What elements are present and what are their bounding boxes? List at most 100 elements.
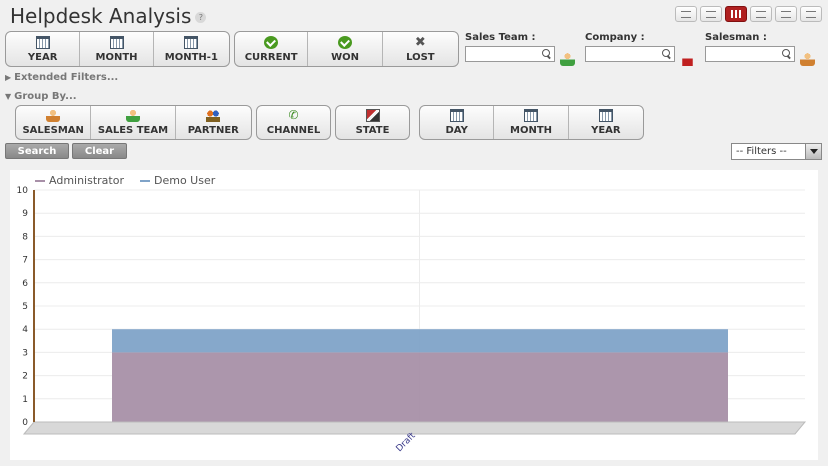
group-channel-button[interactable]: ✆ CHANNEL bbox=[257, 106, 330, 139]
kanban-view-icon[interactable] bbox=[800, 6, 822, 22]
chart-floor bbox=[22, 421, 807, 435]
user-icon bbox=[46, 109, 61, 122]
search-icon[interactable] bbox=[782, 49, 792, 59]
sales-team-field: Sales Team : bbox=[465, 32, 575, 67]
clear-button[interactable]: Clear bbox=[72, 143, 127, 159]
sales-team-input-box bbox=[465, 46, 555, 67]
graph-view-icon[interactable] bbox=[725, 6, 747, 22]
y-tick-label: 9 bbox=[22, 209, 28, 219]
triangle-right-icon: ▶ bbox=[5, 73, 12, 82]
partner-icon bbox=[206, 109, 221, 122]
company-label: Company : bbox=[585, 32, 645, 43]
y-tick-label: 5 bbox=[22, 302, 28, 312]
group-day-button[interactable]: DAY bbox=[420, 106, 495, 139]
search-icon[interactable] bbox=[542, 49, 552, 59]
legend-swatch-administrator bbox=[35, 179, 45, 182]
calendar-view-icon[interactable] bbox=[750, 6, 772, 22]
salesman-field: Salesman : bbox=[705, 32, 815, 67]
legend-label-demo-user: Demo User bbox=[154, 174, 216, 187]
calendar-icon bbox=[449, 109, 464, 122]
search-icon[interactable] bbox=[662, 49, 672, 59]
filters-select-value: -- Filters -- bbox=[736, 146, 787, 157]
graph-chart: 012345678910Draft bbox=[17, 186, 807, 454]
extended-filters-label: Extended Filters... bbox=[14, 72, 119, 83]
salesman-input-box bbox=[705, 46, 795, 67]
group-partner-button[interactable]: PARTNER bbox=[176, 106, 251, 139]
area-series-1 bbox=[112, 329, 728, 353]
team-icon[interactable] bbox=[560, 52, 575, 66]
legend-label-administrator: Administrator bbox=[49, 174, 124, 187]
group-salesman-button[interactable]: SALESMAN bbox=[16, 106, 92, 139]
home-icon[interactable] bbox=[680, 52, 695, 66]
calendar-icon bbox=[524, 109, 539, 122]
legend-item-administrator[interactable]: Administrator bbox=[35, 174, 124, 187]
filter-year-button[interactable]: YEAR bbox=[6, 32, 81, 66]
team-icon bbox=[126, 109, 140, 122]
filter-month-button[interactable]: MONTH bbox=[80, 32, 154, 66]
state-icon bbox=[365, 109, 380, 122]
filter-lost-button[interactable]: ✖ LOST bbox=[383, 32, 458, 66]
filters-select[interactable]: -- Filters -- bbox=[731, 143, 822, 160]
page-view-icon[interactable] bbox=[700, 6, 722, 22]
phone-icon: ✆ bbox=[288, 108, 299, 122]
page-title: Helpdesk Analysis? bbox=[10, 4, 207, 28]
group-by-people-group: SALESMAN SALES TEAM PARTNER bbox=[15, 105, 252, 140]
list-view-icon[interactable] bbox=[675, 6, 697, 22]
gantt-view-icon[interactable] bbox=[775, 6, 797, 22]
user-icon[interactable] bbox=[800, 52, 815, 66]
group-salesman-label: SALESMAN bbox=[22, 125, 84, 136]
y-tick-label: 8 bbox=[22, 232, 28, 242]
group-month-button[interactable]: MONTH bbox=[494, 106, 569, 139]
legend-swatch-demo-user bbox=[140, 179, 150, 182]
y-tick-label: 4 bbox=[22, 325, 28, 335]
group-channel-label: CHANNEL bbox=[266, 125, 321, 136]
group-sales-team-label: SALES TEAM bbox=[97, 125, 169, 136]
dropdown-arrow-icon[interactable] bbox=[805, 144, 821, 159]
check-icon bbox=[264, 35, 279, 49]
filter-month-1-button[interactable]: MONTH-1 bbox=[154, 32, 229, 66]
y-tick-label: 3 bbox=[22, 348, 28, 358]
search-button[interactable]: Search bbox=[5, 143, 69, 159]
salesman-input[interactable] bbox=[706, 52, 782, 67]
calendar-icon bbox=[598, 109, 613, 122]
y-tick-label: 10 bbox=[17, 186, 29, 196]
calendar-icon bbox=[184, 35, 199, 49]
group-year-label: YEAR bbox=[591, 125, 621, 136]
check-icon bbox=[338, 35, 353, 49]
cross-icon: ✖ bbox=[414, 34, 426, 50]
group-by-toggle[interactable]: ▼ Group By... bbox=[5, 91, 77, 102]
filter-won-label: WON bbox=[331, 51, 359, 63]
extended-filters-toggle[interactable]: ▶ Extended Filters... bbox=[5, 72, 118, 83]
group-year-button[interactable]: YEAR bbox=[569, 106, 643, 139]
period-filter-group: YEAR MONTH MONTH-1 bbox=[5, 31, 230, 67]
state-filter-group: CURRENT WON ✖ LOST bbox=[234, 31, 459, 67]
company-input[interactable] bbox=[586, 52, 662, 67]
y-tick-label: 1 bbox=[22, 395, 28, 405]
y-tick-label: 0 bbox=[22, 418, 28, 428]
group-by-date-group: DAY MONTH YEAR bbox=[419, 105, 644, 140]
calendar-icon bbox=[35, 35, 50, 49]
help-icon[interactable]: ? bbox=[195, 12, 207, 23]
filter-year-label: YEAR bbox=[27, 51, 58, 63]
filter-month-1-label: MONTH-1 bbox=[164, 51, 218, 63]
y-tick-label: 7 bbox=[22, 256, 28, 266]
group-sales-team-button[interactable]: SALES TEAM bbox=[91, 106, 176, 139]
legend-item-demo-user[interactable]: Demo User bbox=[140, 174, 215, 187]
sales-team-input[interactable] bbox=[466, 52, 542, 67]
group-state-button[interactable]: STATE bbox=[336, 106, 409, 139]
group-partner-label: PARTNER bbox=[187, 125, 239, 136]
group-day-label: DAY bbox=[445, 125, 468, 136]
triangle-down-icon: ▼ bbox=[5, 92, 12, 101]
filter-current-label: CURRENT bbox=[244, 51, 298, 63]
filter-month-label: MONTH bbox=[95, 51, 138, 63]
company-input-box bbox=[585, 46, 675, 67]
filter-won-button[interactable]: WON bbox=[308, 32, 383, 66]
group-state-group: STATE bbox=[335, 105, 410, 140]
chart-panel: 0 1 2 3 4 5 6 7 8 9 10 Draft Administrator Demo Use… bbox=[10, 170, 818, 460]
group-channel-group: ✆ CHANNEL bbox=[256, 105, 331, 140]
filter-current-button[interactable]: CURRENT bbox=[235, 32, 309, 66]
area-series-0 bbox=[112, 352, 728, 422]
company-field: Company : bbox=[585, 32, 695, 67]
group-state-label: STATE bbox=[355, 125, 390, 136]
group-by-label: Group By... bbox=[14, 91, 77, 102]
